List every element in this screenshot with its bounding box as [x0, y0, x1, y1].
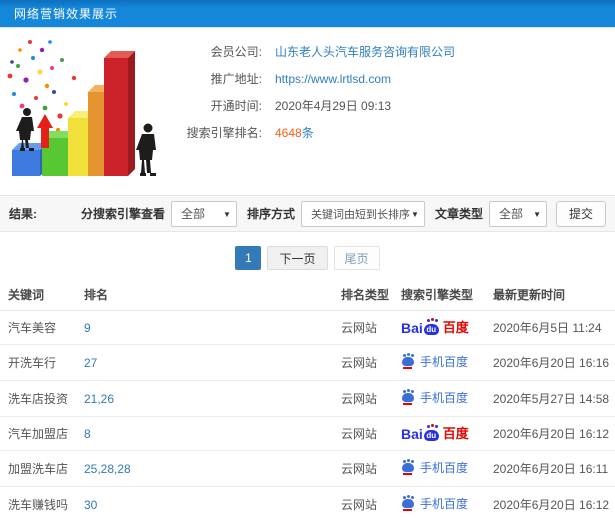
header-engine-type: 搜索引擎类型 — [397, 280, 489, 311]
member-info: 会员公司: 山东老人头汽车服务咨询有限公司 推广地址: https://www.… — [182, 28, 615, 192]
keyword-cell: 汽车美容 — [0, 310, 80, 345]
rank-type-cell: 云网站 — [337, 344, 397, 381]
mobile-baidu-logo: 手机百度 — [401, 459, 468, 476]
company-label: 会员公司: — [210, 45, 262, 59]
result-label: 结果: — [9, 207, 37, 221]
table-row: 洗车赚钱吗 30 云网站 手机百度 2020年6月20日 16:12 — [0, 486, 615, 520]
top-section: 会员公司: 山东老人头汽车服务咨询有限公司 推广地址: https://www.… — [0, 28, 615, 192]
rank-cell: 27 — [80, 344, 337, 381]
caret-down-icon: ▼ — [411, 209, 419, 219]
info-row-url: 推广地址: https://www.lrtlsd.com — [182, 65, 615, 92]
page-title: 网络营销效果展示 — [14, 7, 119, 21]
rank-type-cell: 云网站 — [337, 416, 397, 451]
rank-type-cell: 云网站 — [337, 380, 397, 417]
header-keyword: 关键词 — [0, 280, 80, 311]
mobile-baidu-logo: 手机百度 — [401, 353, 468, 370]
sort-value: 关键词由短到长排序 — [310, 208, 410, 221]
update-time-cell: 2020年5月27日 14:58 — [489, 380, 615, 417]
rank-count-label: 搜索引擎排名: — [186, 126, 262, 140]
app-header: 网络营销效果展示 — [0, 0, 615, 28]
submit-button[interactable]: 提交 — [555, 200, 606, 227]
update-time-cell: 2020年6月20日 16:12 — [489, 486, 615, 520]
filter-bar: 结果: 分搜索引擎查看 全部 ▼ 排序方式 关键词由短到长排序 ▼ 文章类型 全… — [0, 195, 615, 232]
rank-count-number: 4648 — [275, 126, 302, 140]
info-row-open-time: 开通时间: 2020年4月29日 09:13 — [182, 92, 615, 119]
keyword-cell: 加盟洗车店 — [0, 450, 80, 487]
rank-count-unit: 条 — [301, 126, 314, 140]
mobile-baidu-logo: 手机百度 — [401, 389, 468, 406]
table-row: 加盟洗车店 25,28,28 云网站 手机百度 2020年6月20日 16:11 — [0, 450, 615, 487]
header-rank-type: 排名类型 — [337, 280, 397, 311]
results-table: 关键词 排名 排名类型 搜索引擎类型 最新更新时间 汽车美容 9 云网站 Bai du 百… — [0, 280, 615, 520]
open-time-label: 开通时间: — [210, 99, 262, 113]
promo-url-link[interactable]: https://www.lrtlsd.com — [275, 72, 391, 86]
header-update-time: 最新更新时间 — [489, 280, 615, 311]
mobile-baidu-paw-icon — [401, 496, 415, 511]
article-type-select[interactable]: 全部 ▼ — [488, 200, 547, 227]
baidu-paw-icon: du — [423, 425, 441, 441]
mobile-baidu-paw-icon — [401, 390, 415, 405]
engine-type-cell: 手机百度 — [397, 486, 489, 520]
update-time-cell: 2020年6月20日 16:16 — [489, 344, 615, 381]
rank-cell: 8 — [80, 416, 337, 451]
rank-cell: 25,28,28 — [80, 450, 337, 487]
page-1-button[interactable]: 1 — [235, 246, 262, 270]
update-time-cell: 2020年6月20日 16:12 — [489, 416, 615, 451]
mobile-baidu-logo: 手机百度 — [401, 495, 468, 512]
baidu-logo: Bai du 百度 — [401, 425, 469, 442]
keyword-cell: 洗车赚钱吗 — [0, 486, 80, 520]
table-header-row: 关键词 排名 排名类型 搜索引擎类型 最新更新时间 — [0, 280, 615, 311]
baidu-logo: Bai du 百度 — [401, 319, 469, 336]
rank-type-cell: 云网站 — [337, 486, 397, 520]
rank-cell: 9 — [80, 310, 337, 345]
pagination: 1 下一页 尾页 — [0, 246, 615, 270]
article-type-value: 全部 — [498, 207, 523, 221]
bar-chart-illustration — [0, 28, 182, 190]
keyword-cell: 汽车加盟店 — [0, 416, 80, 451]
table-row: 汽车美容 9 云网站 Bai du 百度 2020年6月5日 11:24 — [0, 310, 615, 345]
person-right — [136, 123, 156, 176]
keyword-cell: 开洗车行 — [0, 344, 80, 381]
caret-down-icon: ▼ — [223, 209, 231, 219]
update-time-cell: 2020年6月5日 11:24 — [489, 310, 615, 345]
last-page-button[interactable]: 尾页 — [333, 246, 380, 270]
baidu-paw-icon: du — [423, 319, 441, 335]
engine-type-cell: Bai du 百度 — [397, 416, 489, 451]
bar-chart-illustration-svg — [7, 40, 156, 176]
table-row: 洗车店投资 21,26 云网站 手机百度 2020年5月27日 14:58 — [0, 380, 615, 417]
engine-type-cell: 手机百度 — [397, 450, 489, 487]
company-link[interactable]: 山东老人头汽车服务咨询有限公司 — [275, 45, 455, 59]
engine-type-cell: 手机百度 — [397, 344, 489, 381]
keyword-cell: 洗车店投资 — [0, 380, 80, 417]
table-row: 汽车加盟店 8 云网站 Bai du 百度 2020年6月20日 16:12 — [0, 416, 615, 451]
engine-filter-label: 分搜索引擎查看 — [80, 207, 165, 221]
bar-red — [104, 51, 135, 176]
mobile-baidu-paw-icon — [401, 354, 415, 369]
update-time-cell: 2020年6月20日 16:11 — [489, 450, 615, 487]
next-page-button[interactable]: 下一页 — [267, 246, 328, 270]
rank-type-cell: 云网站 — [337, 450, 397, 487]
rank-cell: 30 — [80, 486, 337, 520]
open-time-value: 2020年4月29日 09:13 — [275, 99, 392, 113]
rank-cell: 21,26 — [80, 380, 337, 417]
header-rank: 排名 — [80, 280, 337, 311]
mobile-baidu-paw-icon — [401, 460, 415, 475]
sort-label: 排序方式 — [246, 207, 295, 221]
sort-select[interactable]: 关键词由短到长排序 ▼ — [300, 200, 425, 227]
info-row-rank-count: 搜索引擎排名: 4648条 — [182, 119, 615, 146]
table-row: 开洗车行 27 云网站 手机百度 2020年6月20日 16:16 — [0, 344, 615, 381]
engine-filter-select[interactable]: 全部 ▼ — [170, 200, 237, 227]
info-row-company: 会员公司: 山东老人头汽车服务咨询有限公司 — [182, 38, 615, 65]
engine-type-cell: Bai du 百度 — [397, 310, 489, 345]
url-label: 推广地址: — [210, 72, 262, 86]
engine-filter-value: 全部 — [180, 207, 205, 221]
engine-type-cell: 手机百度 — [397, 380, 489, 417]
rank-type-cell: 云网站 — [337, 310, 397, 345]
article-type-label: 文章类型 — [434, 207, 483, 221]
caret-down-icon: ▼ — [533, 209, 541, 219]
